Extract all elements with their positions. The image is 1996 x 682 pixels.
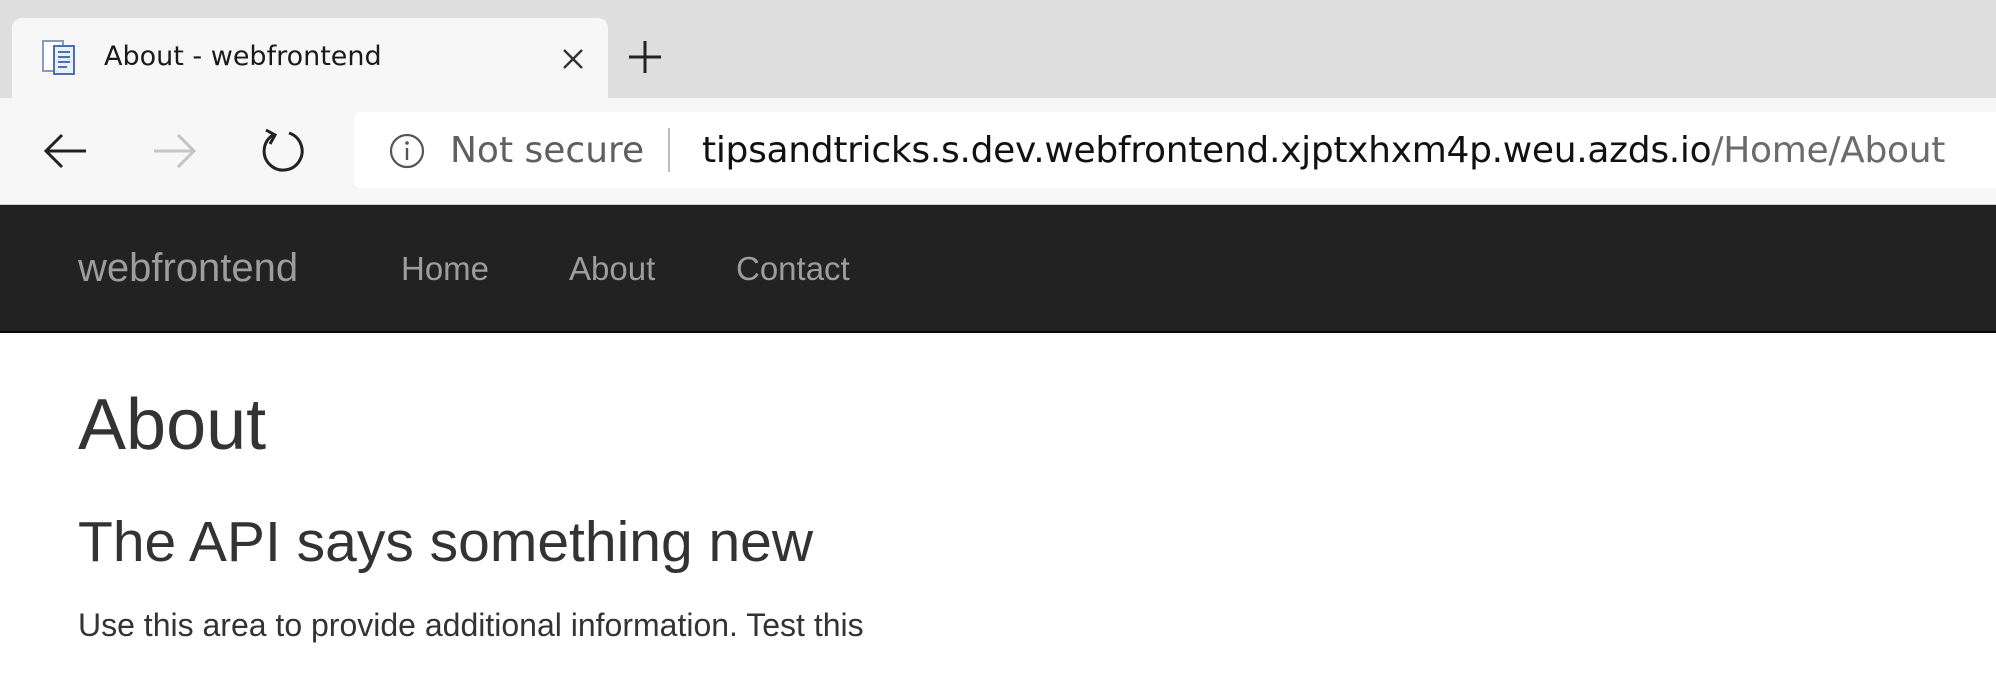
arrow-left-icon[interactable]	[38, 124, 92, 178]
tab-title: About - webfrontend	[104, 41, 382, 72]
url-path: /Home/About	[1711, 130, 1946, 171]
nav-link-contact[interactable]: Contact	[736, 249, 850, 289]
active-tab[interactable]: About - webfrontend	[12, 18, 608, 98]
page-icon	[40, 38, 80, 78]
nav-link-home[interactable]: Home	[401, 249, 489, 289]
security-status[interactable]: Not secure	[450, 130, 644, 172]
close-icon[interactable]	[560, 46, 586, 72]
url-host: tipsandtricks.s.dev.webfrontend.xjptxhxm…	[702, 130, 1712, 171]
tab-strip: About - webfrontend	[0, 0, 1996, 98]
address-bar[interactable]: Not secure tipsandtricks.s.dev.webfronte…	[354, 112, 1996, 188]
page-title: About	[78, 385, 267, 465]
nav-link-about[interactable]: About	[569, 249, 655, 289]
brand-link[interactable]: webfrontend	[78, 245, 298, 291]
arrow-right-icon[interactable]	[148, 124, 202, 178]
page-body-text: Use this area to provide additional info…	[78, 607, 864, 643]
url-text[interactable]: tipsandtricks.s.dev.webfrontend.xjptxhxm…	[702, 130, 1945, 172]
info-icon[interactable]	[388, 132, 426, 170]
plus-icon[interactable]	[624, 36, 666, 78]
browser-toolbar: Not secure tipsandtricks.s.dev.webfronte…	[0, 98, 1996, 205]
page-subtitle: The API says something new	[78, 510, 814, 574]
refresh-icon[interactable]	[256, 124, 310, 178]
site-navbar: webfrontend Home About Contact	[0, 205, 1996, 333]
address-divider	[668, 128, 670, 172]
